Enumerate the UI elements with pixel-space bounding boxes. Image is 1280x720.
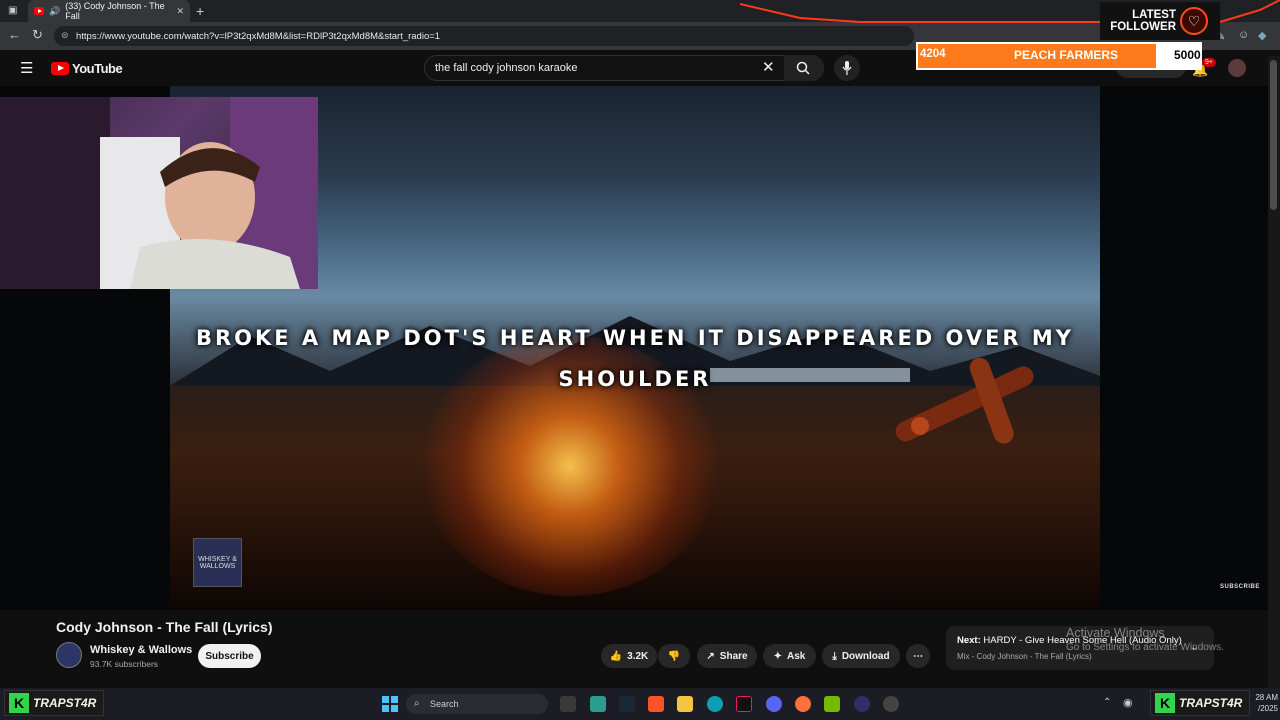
streamer-webcam [0, 97, 318, 289]
heart-icon: ♡ [1180, 7, 1208, 35]
subscribe-button[interactable]: Subscribe [198, 644, 261, 668]
new-tab-icon[interactable]: + [196, 3, 204, 19]
notification-badge: 9+ [1202, 58, 1216, 67]
taskbar-search[interactable]: ⌕ Search [406, 694, 548, 714]
download-button[interactable]: ⤓ Download [822, 644, 900, 668]
microphone-icon [842, 61, 852, 75]
firefox-icon[interactable] [795, 696, 811, 712]
ask-button[interactable]: ✦ Ask [763, 644, 816, 668]
steam-icon[interactable] [619, 696, 635, 712]
like-button[interactable]: 👍 3.2K [601, 644, 657, 668]
voice-search-button[interactable] [834, 55, 860, 81]
subscribe-watermark[interactable]: SUBSCRIBE [1220, 584, 1260, 590]
scrollbar-thumb[interactable] [1270, 60, 1277, 210]
speaker-icon[interactable]: 🔊 [49, 6, 60, 17]
brave-icon[interactable] [648, 696, 664, 712]
kick-logo-icon: K [1155, 693, 1175, 713]
webcam-scene [0, 97, 318, 289]
subscriber-count: 93.7K subscribers [90, 659, 159, 669]
windows-start-icon[interactable] [382, 696, 398, 712]
youtube-favicon-icon [34, 7, 45, 15]
file-explorer-icon[interactable] [677, 696, 693, 712]
system-tray-chevron-icon[interactable]: ⌃ [1103, 697, 1111, 708]
tiktok-icon[interactable] [736, 696, 752, 712]
account-avatar[interactable] [1228, 59, 1246, 77]
browser-tab[interactable]: 🔊 (33) Cody Johnson - The Fall ✕ [28, 0, 190, 22]
activate-windows-title: Activate Windows [1066, 626, 1165, 640]
latest-follower-label: LATEST FOLLOWER [1110, 9, 1176, 33]
notepad-icon[interactable] [590, 696, 606, 712]
lyrics-text: broke a map dot's heart when it disappea… [195, 326, 1075, 391]
channel-watermark[interactable]: WHISKEY & WALLOWS [193, 538, 242, 587]
video-title: Cody Johnson - The Fall (Lyrics) [56, 619, 273, 635]
dislike-button[interactable]: 👎 [658, 644, 690, 668]
clear-search-icon[interactable]: ✕ [762, 58, 775, 76]
letterbox-right [1100, 86, 1268, 610]
up-next-subtitle: Mix - Cody Johnson - The Fall (Lyrics) [957, 652, 1092, 661]
tab-close-icon[interactable]: ✕ [176, 6, 184, 17]
obs-icon[interactable] [854, 696, 870, 712]
trapst4r-brand-right: K TRAPST4R [1150, 690, 1250, 716]
more-icon: ⋯ [913, 650, 923, 662]
edge-icon[interactable] [707, 696, 723, 712]
tab-actions-icon[interactable]: ▣ [8, 5, 17, 16]
url-text: https://www.youtube.com/watch?v=lP3t2qxM… [76, 30, 441, 42]
like-count: 3.2K [627, 650, 649, 662]
app-icon[interactable] [883, 696, 899, 712]
follower-count: 4204 [920, 48, 946, 60]
channel-avatar[interactable] [56, 642, 82, 668]
tab-title: (33) Cody Johnson - The Fall [65, 1, 165, 21]
windows-taskbar [0, 688, 1280, 720]
site-info-icon[interactable]: ⊜ [61, 30, 69, 41]
menu-icon[interactable]: ☰ [20, 59, 33, 77]
thumbs-down-icon: 👎 [667, 650, 681, 662]
steam-tray-icon[interactable]: ◉ [1123, 696, 1133, 709]
youtube-play-icon [51, 62, 69, 75]
sparkle-icon: ✦ [773, 650, 783, 662]
youtube-logo[interactable]: YouTube [51, 61, 123, 76]
taskbar-search-icon: ⌕ [414, 698, 420, 709]
search-button[interactable] [784, 55, 824, 81]
discord-icon[interactable] [766, 696, 782, 712]
task-view-icon[interactable] [560, 696, 576, 712]
reload-icon[interactable]: ↻ [32, 27, 43, 43]
share-icon: ↗ [706, 650, 715, 662]
activate-windows-subtitle: Go to Settings to activate Windows. [1066, 642, 1224, 653]
nvidia-icon[interactable] [824, 696, 840, 712]
follower-name: PEACH FARMERS [1014, 48, 1119, 62]
youtube-wordmark: YouTube [72, 61, 123, 76]
more-actions-button[interactable]: ⋯ [906, 644, 930, 668]
follower-goal: 5000 [1174, 48, 1201, 62]
kick-logo-icon: K [9, 693, 29, 713]
share-button[interactable]: ↗ Share [697, 644, 757, 668]
channel-name[interactable]: Whiskey & Wallows [90, 644, 192, 656]
search-query: the fall cody johnson karaoke [435, 62, 578, 74]
search-icon [796, 61, 810, 75]
back-icon[interactable]: ← [8, 27, 21, 42]
taskbar-clock[interactable]: 28 AM /2025 [1252, 692, 1278, 714]
thumbs-up-icon: 👍 [609, 650, 623, 662]
download-icon: ⤓ [832, 650, 837, 662]
trapst4r-brand-left: K TRAPST4R [4, 690, 104, 716]
